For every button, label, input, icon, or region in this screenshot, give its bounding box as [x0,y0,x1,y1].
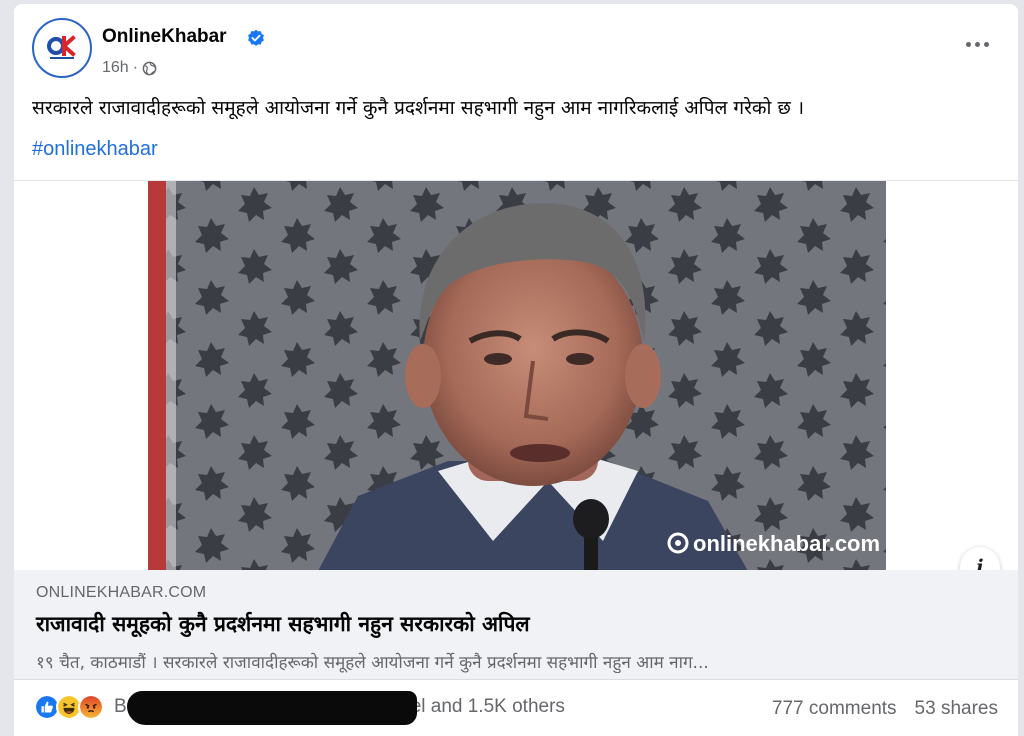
globe-icon[interactable] [142,61,157,76]
link-description: १९ चैत, काठमाडौं । सरकारले राजावादीहरूको… [36,653,709,673]
photo-illustration: onlinekhabar.com [148,181,886,571]
engagement-counts: 777 comments 53 shares [772,698,998,720]
post-text: सरकारले राजावादीहरूको समूहले आयोजना गर्न… [32,97,805,119]
post-time[interactable]: 16h [102,59,129,77]
page-name[interactable]: OnlineKhabar [102,26,227,48]
onlinekhabar-logo [43,29,81,67]
link-preview[interactable]: ONLINEKHABAR.COM राजावादी समूहको कुनै प्… [14,570,1018,680]
verified-badge-icon [248,29,264,46]
post-meta: 16h · [102,59,157,77]
angry-reaction-icon [78,694,104,720]
reaction-names-suffix: el and 1.5K others [410,696,565,717]
comments-count[interactable]: 777 comments [772,698,897,720]
link-title[interactable]: राजावादी समूहको कुनै प्रदर्शनमा सहभागी न… [36,610,530,638]
news-photo[interactable]: onlinekhabar.com [148,181,886,571]
link-domain: ONLINEKHABAR.COM [36,584,207,601]
reaction-icons [34,694,104,720]
reaction-names[interactable]: B el and 1.5K others [114,690,565,725]
post-media[interactable]: onlinekhabar.com [14,180,1018,571]
reaction-names-prefix: B [114,696,127,717]
photo-watermark: onlinekhabar.com [693,531,880,556]
more-options-icon[interactable] [962,34,992,54]
hashtag-link[interactable]: #onlinekhabar [32,138,158,161]
meta-dot: · [132,59,139,76]
page-avatar[interactable] [32,18,92,78]
redaction-mark [126,691,417,725]
shares-count[interactable]: 53 shares [915,698,998,720]
post-card: OnlineKhabar 16h · सरकारले राजावादीहरूको… [14,4,1018,736]
